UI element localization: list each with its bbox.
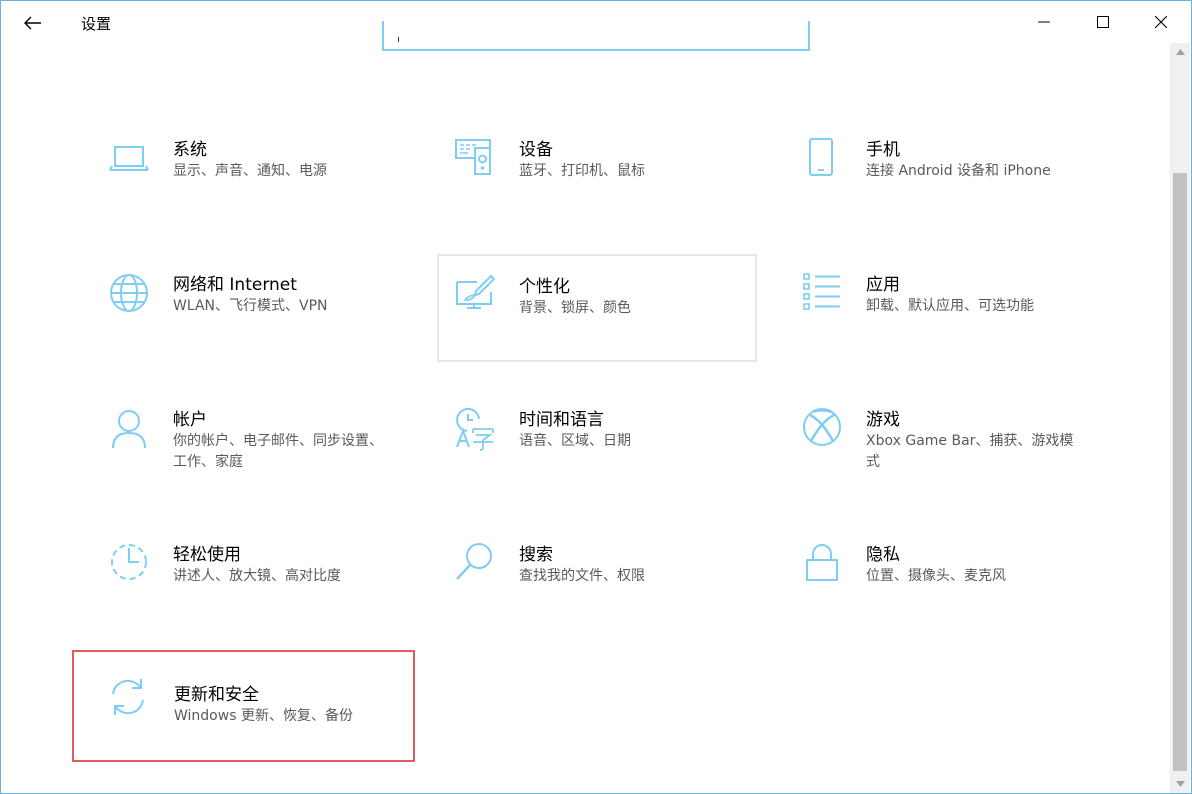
person-icon	[109, 407, 149, 451]
laptop-icon	[109, 137, 149, 181]
devices-icon	[455, 137, 495, 181]
tile-update-security[interactable]: 更新和安全 Windows 更新、恢复、备份	[72, 650, 415, 762]
tile-title: 更新和安全	[174, 685, 259, 705]
minimize-button[interactable]	[1015, 1, 1073, 43]
tile-devices[interactable]: 设备 蓝牙、打印机、鼠标	[421, 121, 741, 229]
scroll-down-button[interactable]	[1170, 775, 1190, 793]
tile-title: 帐户	[173, 410, 207, 430]
arrow-left-icon	[24, 16, 41, 30]
tile-accounts[interactable]: 帐户 你的帐户、电子邮件、同步设置、工作、家庭	[75, 391, 395, 499]
search-input[interactable]	[382, 21, 810, 51]
personalization-icon	[455, 272, 495, 316]
tile-apps[interactable]: 应用 卸载、默认应用、可选功能	[768, 256, 1088, 364]
tile-desc: 背景、锁屏、颜色	[519, 300, 631, 316]
tile-desc: Xbox Game Bar、捕获、游戏模式	[866, 433, 1074, 470]
tile-desc: 蓝牙、打印机、鼠标	[519, 163, 645, 179]
back-button[interactable]	[13, 7, 53, 39]
app-title: 设置	[81, 15, 112, 33]
chevron-down-icon	[1175, 781, 1185, 787]
ease-of-access-icon	[109, 542, 149, 586]
time-language-icon	[455, 407, 495, 451]
tile-desc: 卸载、默认应用、可选功能	[866, 298, 1034, 314]
tile-desc: 语音、区域、日期	[519, 433, 631, 449]
phone-icon	[802, 137, 842, 181]
apps-list-icon	[802, 272, 842, 316]
minimize-icon	[1038, 21, 1050, 23]
tile-title: 手机	[866, 140, 900, 160]
lock-icon	[802, 542, 842, 586]
close-button[interactable]	[1132, 1, 1190, 43]
tile-gaming[interactable]: 游戏 Xbox Game Bar、捕获、游戏模式	[768, 391, 1088, 499]
tile-title: 游戏	[866, 410, 900, 430]
scroll-up-button[interactable]	[1170, 43, 1190, 61]
tile-desc: 连接 Android 设备和 iPhone	[866, 163, 1051, 179]
globe-icon	[109, 272, 149, 316]
tile-desc: 你的帐户、电子邮件、同步设置、工作、家庭	[173, 433, 383, 470]
tile-desc: Windows 更新、恢复、备份	[174, 708, 353, 724]
tile-title: 搜索	[519, 545, 553, 565]
tile-network[interactable]: 网络和 Internet WLAN、飞行模式、VPN	[75, 256, 395, 364]
tile-search[interactable]: 搜索 查找我的文件、权限	[421, 526, 741, 634]
tile-desc: 查找我的文件、权限	[519, 568, 645, 584]
xbox-icon	[802, 407, 842, 451]
tile-title: 隐私	[866, 545, 900, 565]
tile-title: 应用	[866, 275, 900, 295]
scroll-thumb[interactable]	[1173, 173, 1187, 771]
settings-window: 设置 系统 显示、声音、通知、电源 设备 蓝牙、打印机、鼠标 手机 连接 And…	[0, 0, 1192, 794]
tile-system[interactable]: 系统 显示、声音、通知、电源	[75, 121, 395, 229]
text-caret	[398, 37, 399, 42]
tile-desc: WLAN、飞行模式、VPN	[173, 298, 328, 314]
tile-title: 设备	[519, 140, 553, 160]
tile-title: 时间和语言	[519, 410, 604, 430]
tile-time-language[interactable]: 时间和语言 语音、区域、日期	[421, 391, 741, 499]
tile-desc: 讲述人、放大镜、高对比度	[173, 568, 341, 584]
tile-privacy[interactable]: 隐私 位置、摄像头、麦克风	[768, 526, 1088, 634]
tile-ease-of-access[interactable]: 轻松使用 讲述人、放大镜、高对比度	[75, 526, 395, 634]
sync-icon	[108, 676, 148, 720]
maximize-button[interactable]	[1074, 1, 1132, 43]
chevron-up-icon	[1175, 49, 1185, 55]
search-icon	[455, 542, 495, 586]
tile-title: 轻松使用	[173, 545, 241, 565]
vertical-scrollbar[interactable]	[1170, 43, 1190, 793]
tile-phone[interactable]: 手机 连接 Android 设备和 iPhone	[768, 121, 1088, 229]
tile-title: 系统	[173, 140, 207, 160]
tile-personalization[interactable]: 个性化 背景、锁屏、颜色	[437, 254, 757, 362]
close-icon	[1155, 16, 1167, 28]
maximize-icon	[1097, 16, 1109, 28]
tile-desc: 显示、声音、通知、电源	[173, 163, 327, 179]
tile-desc: 位置、摄像头、麦克风	[866, 568, 1006, 584]
tile-title: 个性化	[519, 277, 570, 297]
tile-title: 网络和 Internet	[173, 275, 297, 295]
